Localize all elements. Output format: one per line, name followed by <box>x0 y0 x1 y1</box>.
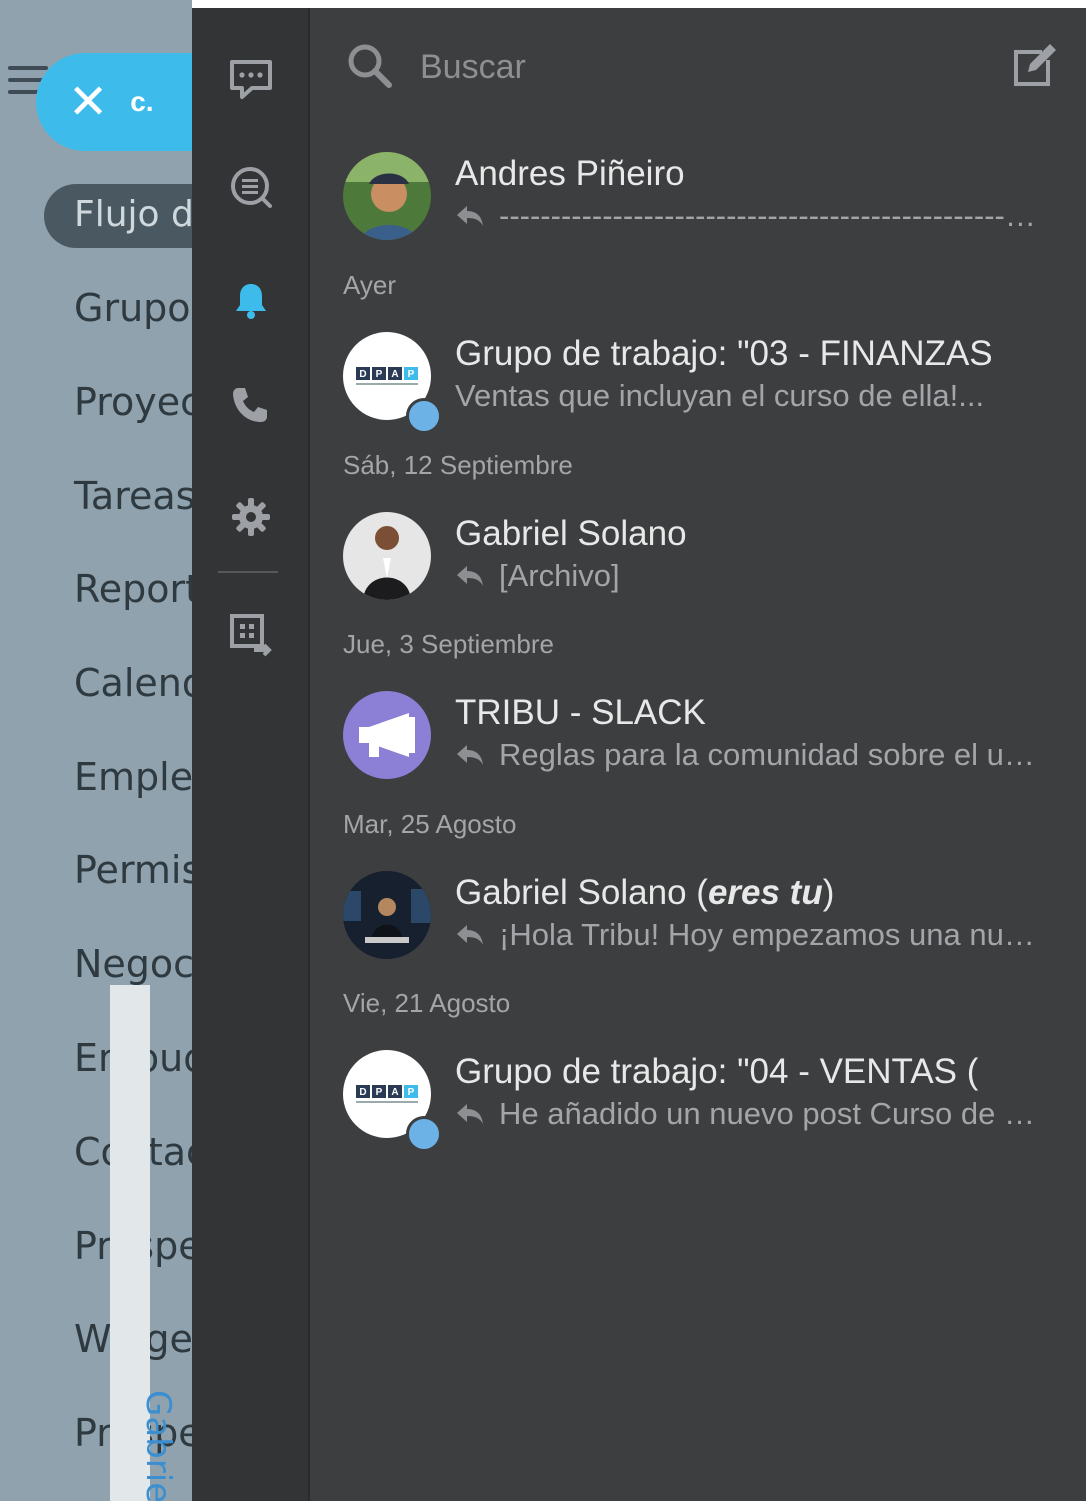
reply-icon <box>457 745 483 765</box>
gear-icon[interactable] <box>228 494 274 540</box>
close-icon: ✕ <box>68 74 109 130</box>
svg-text:P: P <box>408 1087 415 1098</box>
svg-text:D: D <box>359 369 366 380</box>
date-separator: Jue, 3 Septiembre <box>343 629 555 659</box>
chat-name-text: Gabriel Solano <box>455 873 687 912</box>
signature: Gabriel S <box>138 1390 178 1501</box>
reply-icon <box>457 566 483 586</box>
screen-share-icon[interactable] <box>228 612 274 658</box>
menu-item-negocios[interactable]: Negoci <box>74 942 192 986</box>
menu-item-empleados[interactable]: Emple <box>74 755 192 799</box>
chat-preview: ----------------------------------------… <box>455 198 1045 234</box>
chat-preview: [Archivo] <box>455 558 1045 594</box>
menu-item-flujo[interactable]: Flujo d <box>44 184 192 248</box>
date-separator: Vie, 21 Agosto <box>343 988 511 1018</box>
chat-bubble-icon[interactable] <box>228 56 274 102</box>
rail-divider <box>218 571 278 573</box>
chat-preview: ¡Hola Tribu! Hoy empezamos una nueva eta… <box>455 917 1045 953</box>
search-icon[interactable] <box>346 42 394 95</box>
chat-item-gabriel-solano[interactable]: Gabriel Solano [Archivo] <box>310 512 1086 612</box>
menu-item-permisos[interactable]: Permis <box>74 848 192 892</box>
chat-preview: Reglas para la comunidad sobre el uso de… <box>455 737 1045 773</box>
date-separator: Mar, 25 Agosto <box>343 809 517 839</box>
close-panel-button[interactable]: ✕ c. <box>36 53 192 151</box>
group-badge-icon <box>406 398 442 434</box>
bell-icon[interactable] <box>228 278 274 324</box>
chat-item-grupo-ventas[interactable]: DPAP Grupo de trabajo: "04 - VENTAS ( He… <box>310 1050 1086 1152</box>
menu-item-reportes[interactable]: Report <box>74 567 192 611</box>
phone-icon[interactable] <box>228 384 274 430</box>
chat-name: TRIBU - SLACK <box>455 693 706 732</box>
chat-list-icon[interactable] <box>228 164 274 210</box>
date-separator: Sáb, 12 Septiembre <box>343 450 573 480</box>
reply-icon <box>457 925 483 945</box>
chat-preview: Ventas que incluyan el curso de ella!... <box>455 378 1045 414</box>
chat-preview-text: He añadido un nuevo post Curso de ventas <box>499 1096 1045 1131</box>
search-input[interactable] <box>420 42 940 92</box>
avatar <box>343 512 431 600</box>
svg-text:D: D <box>359 1087 366 1098</box>
chat-name: Gabriel Solano (eres tu) <box>455 873 835 912</box>
menu-item-flujo-label: Flujo d <box>74 194 192 235</box>
avatar <box>343 871 431 959</box>
chat-item-tribu-slack[interactable]: TRIBU - SLACK Reglas para la comunidad s… <box>310 691 1086 791</box>
svg-text:A: A <box>391 1087 398 1098</box>
chat-preview-text: ¡Hola Tribu! Hoy empezamos una nueva eta… <box>499 917 1045 952</box>
reply-icon <box>457 206 483 226</box>
chat-item-gabriel-solano-self[interactable]: Gabriel Solano (eres tu) ¡Hola Tribu! Ho… <box>310 871 1086 971</box>
group-badge-icon <box>406 1116 442 1152</box>
menu-item-grupos[interactable]: Grupos <box>74 286 192 330</box>
background-app: ✕ c. Flujo d Grupos Proyec Tareas Report… <box>0 0 192 1501</box>
chat-name: Grupo de trabajo: "04 - VENTAS ( <box>455 1052 979 1091</box>
megaphone-icon <box>343 691 431 779</box>
svg-text:A: A <box>391 369 398 380</box>
chat-name: Gabriel Solano <box>455 514 687 553</box>
reply-icon <box>457 1104 483 1124</box>
svg-text:P: P <box>376 1087 383 1098</box>
chat-item-grupo-finanzas[interactable]: DPAP Grupo de trabajo: "03 - FINANZAS Ve… <box>310 332 1086 434</box>
chat-preview-text: Reglas para la comunidad sobre el uso de… <box>499 737 1045 772</box>
svg-text:P: P <box>408 369 415 380</box>
menu-item-proyectos[interactable]: Proyec <box>74 380 192 424</box>
menu-item-calendario[interactable]: Calend <box>74 661 192 705</box>
menu-item-tareas[interactable]: Tareas <box>74 474 192 518</box>
chat-preview-text: Ventas que incluyan el curso de ella!... <box>455 378 985 413</box>
avatar <box>343 152 431 240</box>
close-panel-label: c. <box>130 86 154 117</box>
chat-item-andres-pineiro[interactable]: Andres Piñeiro -------------------------… <box>310 152 1086 252</box>
compose-icon[interactable] <box>1008 42 1056 95</box>
chat-name: Andres Piñeiro <box>455 154 685 193</box>
recent-chats-panel: Andres Piñeiro -------------------------… <box>310 8 1086 1501</box>
self-indicator: eres tu <box>707 873 823 912</box>
chat-name: Grupo de trabajo: "03 - FINANZAS <box>455 334 993 373</box>
svg-text:P: P <box>376 369 383 380</box>
icon-rail <box>192 8 310 1501</box>
chat-preview-text: ----------------------------------------… <box>499 198 1045 233</box>
date-separator: Ayer <box>343 270 396 300</box>
chat-preview-text: [Archivo] <box>499 558 620 593</box>
chat-preview: He añadido un nuevo post Curso de ventas <box>455 1096 1045 1132</box>
